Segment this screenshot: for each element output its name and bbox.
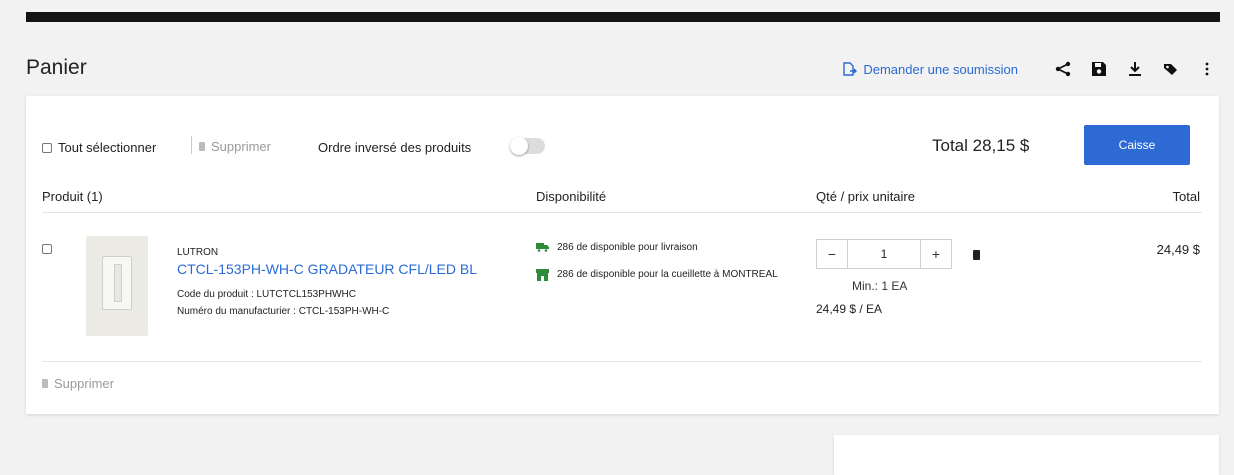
item-total: 24,49 $ — [1156, 242, 1200, 257]
select-all-checkbox[interactable]: Tout sélectionner — [42, 140, 156, 155]
toggle-knob — [510, 137, 528, 155]
quantity-input[interactable]: 1 — [847, 240, 921, 268]
select-all-box[interactable] — [42, 142, 52, 153]
select-all-label: Tout sélectionner — [58, 140, 157, 155]
share-icon[interactable] — [1050, 58, 1076, 80]
manufacturer-number: Numéro du manufacturier : CTCL-153PH-WH-… — [177, 306, 390, 317]
delete-bottom-label: Supprimer — [54, 376, 114, 391]
availability-delivery-text: 286 de disponible pour livraison — [557, 242, 698, 253]
top-black-bar — [26, 12, 1220, 22]
request-quote-button[interactable]: Demander une soumission — [841, 61, 1018, 77]
column-header-qty-price: Qté / prix unitaire — [816, 189, 915, 204]
quote-document-icon — [843, 62, 858, 76]
remove-item-trash-icon[interactable] — [973, 250, 980, 260]
column-header-product: Produit (1) — [42, 189, 103, 204]
decrease-quantity-button[interactable]: − — [817, 240, 847, 268]
product-name-link[interactable]: CTCL-153PH-WH-C GRADATEUR CFL/LED BL — [177, 261, 477, 277]
toolbar-divider — [191, 136, 192, 154]
more-vert-icon[interactable] — [1194, 58, 1220, 80]
reverse-order-toggle[interactable] — [510, 137, 545, 155]
reverse-order-label: Ordre inversé des produits — [318, 140, 472, 155]
product-code: Code du produit : LUTCTCL153PHWHC — [177, 289, 356, 300]
row-divider — [42, 361, 1202, 362]
checkout-button[interactable]: Caisse — [1084, 125, 1190, 165]
download-icon[interactable] — [1122, 58, 1148, 80]
header-actions: Demander une soumission — [841, 58, 1220, 80]
quantity-stepper: − 1 + — [816, 239, 952, 269]
availability-delivery: 286 de disponible pour livraison — [536, 242, 698, 254]
store-icon — [536, 269, 549, 281]
page-title: Panier — [26, 56, 87, 79]
delete-selected-label: Supprimer — [211, 139, 271, 154]
minimum-quantity: Min.: 1 EA — [852, 279, 908, 293]
delete-selected-button[interactable]: Supprimer — [199, 139, 271, 154]
trash-icon — [199, 142, 205, 151]
item-checkbox[interactable] — [42, 244, 52, 254]
save-icon[interactable] — [1086, 58, 1112, 80]
cart-total: Total 28,15 $ — [932, 136, 1030, 155]
product-image[interactable] — [86, 236, 148, 336]
trash-icon — [42, 379, 48, 388]
product-image-plate — [102, 256, 132, 310]
delete-bottom-button[interactable]: Supprimer — [42, 376, 114, 391]
cart-card: Tout sélectionner Supprimer Ordre invers… — [26, 96, 1219, 414]
increase-quantity-button[interactable]: + — [921, 240, 951, 268]
availability-pickup-text: 286 de disponible pour la cueillette à M… — [557, 269, 778, 280]
truck-icon — [536, 243, 549, 252]
summary-card — [834, 435, 1219, 475]
unit-price: 24,49 $ / EA — [816, 302, 883, 316]
header-divider — [42, 212, 1202, 213]
availability-pickup: 286 de disponible pour la cueillette à M… — [536, 269, 786, 281]
tag-icon[interactable] — [1158, 58, 1184, 80]
request-quote-label: Demander une soumission — [863, 61, 1018, 77]
column-header-availability: Disponibilité — [536, 189, 607, 204]
column-header-total: Total — [1172, 189, 1200, 204]
product-brand: LUTRON — [177, 247, 219, 258]
